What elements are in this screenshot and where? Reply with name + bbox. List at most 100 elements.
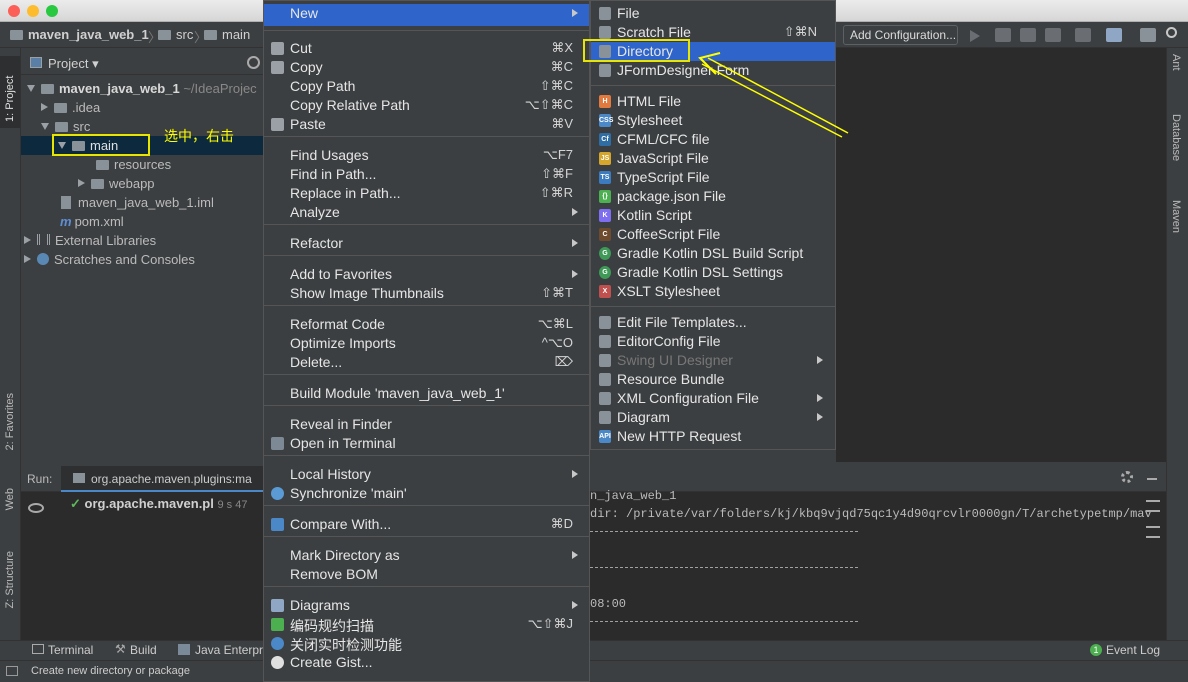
new-menu-item-diagram[interactable]: Diagram [591,408,835,427]
tree-item-pom[interactable]: m pom.xml [21,212,263,231]
menu-item-compare-with[interactable]: Compare With... ⌘D [264,515,589,534]
soft-wrap-icon[interactable] [1146,500,1160,512]
run-tree-item[interactable]: ✓ org.apache.maven.pl 9 s 47 [70,496,247,512]
menu-item-refactor[interactable]: Refactor [264,234,589,253]
scroll-to-end-icon[interactable] [1146,526,1160,538]
menu-item-replace-in-path[interactable]: Replace in Path... ⇧⌘R [264,184,589,203]
new-menu-item-edit-file-templates[interactable]: Edit File Templates... [591,313,835,332]
new-menu-item-resource-bundle[interactable]: Resource Bundle [591,370,835,389]
debug-icon[interactable] [995,28,1011,42]
menu-item-mark-directory-as[interactable]: Mark Directory as [264,546,589,565]
menu-item-delete[interactable]: Delete... ⌦ [264,353,589,372]
new-menu-item-gradle-kotlin-dsl-settings[interactable]: G Gradle Kotlin DSL Settings [591,263,835,282]
run-icon[interactable] [970,30,980,42]
tab-favorites[interactable]: 2: Favorites [4,393,16,450]
new-menu-item-swing-ui-designer: Swing UI Designer [591,351,835,370]
menu-item-cut[interactable]: Cut ⌘X [264,39,589,58]
new-menu-item-xslt-stylesheet[interactable]: X XSLT Stylesheet [591,282,835,301]
new-menu-item-coffeescript-file[interactable]: C CoffeeScript File [591,225,835,244]
hide-panel-icon[interactable] [1147,478,1157,480]
tab-java-enterprise[interactable]: Java Enterpri [195,643,266,657]
tree-item-iml[interactable]: maven_java_web_1.iml [21,193,263,212]
menu-item-create-gist[interactable]: Create Gist... [264,653,589,672]
menu-item-find-usages[interactable]: Find Usages ⌥F7 [264,146,589,165]
project-view-selector[interactable]: Project ▾ [48,56,99,72]
tab-maven[interactable]: Maven [1170,200,1182,233]
tab-project[interactable]: 1: Project [4,62,16,122]
menu-item-open-in-terminal[interactable]: Open in Terminal [264,434,589,453]
tab-ant[interactable]: Ant [1170,54,1182,71]
submenu-arrow-icon [572,551,578,559]
tree-item-project-root[interactable]: maven_java_web_1 ~/IdeaProjec [21,79,263,98]
tree-item-webapp[interactable]: webapp [21,174,263,193]
close-window-button[interactable] [8,5,20,17]
menu-item-show-image-thumbnails[interactable]: Show Image Thumbnails ⇧⌘T [264,284,589,303]
add-configuration-button[interactable]: Add Configuration... [843,25,958,45]
breadcrumb-project[interactable]: maven_java_web_1 [10,27,149,42]
menu-item-paste[interactable]: Paste ⌘V [264,115,589,134]
new-menu-item-gradle-kotlin-dsl-build-script[interactable]: G Gradle Kotlin DSL Build Script [591,244,835,263]
menu-item-build-module-maven-java-web-1[interactable]: Build Module 'maven_java_web_1' [264,384,589,403]
menu-item-diagrams[interactable]: Diagrams [264,596,589,615]
copy-icon [271,61,284,74]
settings-gear-icon[interactable] [1121,471,1133,483]
menu-item-label: Resource Bundle [617,371,725,387]
menu-item-reformat-code[interactable]: Reformat Code ⌥⌘L [264,315,589,334]
menu-item-[interactable]: 关闭实时检测功能 [264,634,589,653]
tab-build[interactable]: Build [130,643,157,657]
scratches-icon [37,253,49,265]
menu-separator [264,305,589,306]
new-menu-item-editorconfig-file[interactable]: EditorConfig File [591,332,835,351]
menu-item-synchronize-main[interactable]: Synchronize 'main' [264,484,589,503]
tab-structure[interactable]: Z: Structure [4,551,16,608]
project-structure-icon[interactable] [1106,28,1122,42]
tree-item-idea[interactable]: .idea [21,98,263,117]
new-menu-item-kotlin-script[interactable]: K Kotlin Script [591,206,835,225]
coverage-icon[interactable] [1020,28,1036,42]
locate-icon[interactable] [247,56,260,69]
menu-item-local-history[interactable]: Local History [264,465,589,484]
tab-web[interactable]: Web [4,488,16,510]
new-menu-item-typescript-file[interactable]: TS TypeScript File [591,168,835,187]
menu-item-copy-path[interactable]: Copy Path ⇧⌘C [264,77,589,96]
file-type-icon: TS [599,171,611,184]
tree-item-scratches[interactable]: Scratches and Consoles [21,250,263,269]
minimize-window-button[interactable] [27,5,39,17]
search-icon[interactable] [1166,27,1177,38]
console-line-3: 08:00 [590,597,627,611]
tab-event-log[interactable]: Event Log [1106,643,1160,657]
new-menu-item-new-http-request[interactable]: API New HTTP Request [591,427,835,446]
menu-item-shortcut: ⇧⌘F [541,166,573,181]
new-menu-item-package-json-file[interactable]: {} package.json File [591,187,835,206]
tab-terminal[interactable]: Terminal [48,643,93,657]
menu-item-shortcut: ⇧⌘T [541,285,573,300]
presentation-icon[interactable] [1140,28,1156,42]
menu-item-analyze[interactable]: Analyze [264,203,589,222]
menu-item-reveal-in-finder[interactable]: Reveal in Finder [264,415,589,434]
breadcrumb-main[interactable]: main [204,27,250,42]
run-tab[interactable]: org.apache.maven.plugins:ma [91,472,281,486]
menu-item-remove-bom[interactable]: Remove BOM [264,565,589,584]
zoom-window-button[interactable] [46,5,58,17]
menu-item-copy[interactable]: Copy ⌘C [264,58,589,77]
eye-icon[interactable] [28,503,44,513]
new-menu-item-file[interactable]: File [591,4,835,23]
new-menu-item-javascript-file[interactable]: JS JavaScript File [591,149,835,168]
new-menu-item-xml-configuration-file[interactable]: XML Configuration File [591,389,835,408]
menu-item-find-in-path[interactable]: Find in Path... ⇧⌘F [264,165,589,184]
profile-icon[interactable] [1045,28,1061,42]
menu-item-new[interactable]: New [264,4,589,26]
menu-item-label: Diagram [617,409,670,425]
tree-item-resources[interactable]: resources [21,155,263,174]
menu-item-copy-relative-path[interactable]: Copy Relative Path ⌥⇧⌘C [264,96,589,115]
tree-item-external-libraries[interactable]: External Libraries [21,231,263,250]
toggle-tool-windows-icon[interactable] [6,666,18,676]
menu-item-[interactable]: 编码规约扫描 ⌥⇧⌘J [264,615,589,634]
stop-icon[interactable] [1075,28,1091,42]
breadcrumb-src[interactable]: src [158,27,193,42]
menu-item-optimize-imports[interactable]: Optimize Imports ^⌥O [264,334,589,353]
tab-database[interactable]: Database [1170,114,1182,161]
github-icon [271,656,284,669]
menu-item-add-to-favorites[interactable]: Add to Favorites [264,265,589,284]
project-view-icon [30,57,42,68]
